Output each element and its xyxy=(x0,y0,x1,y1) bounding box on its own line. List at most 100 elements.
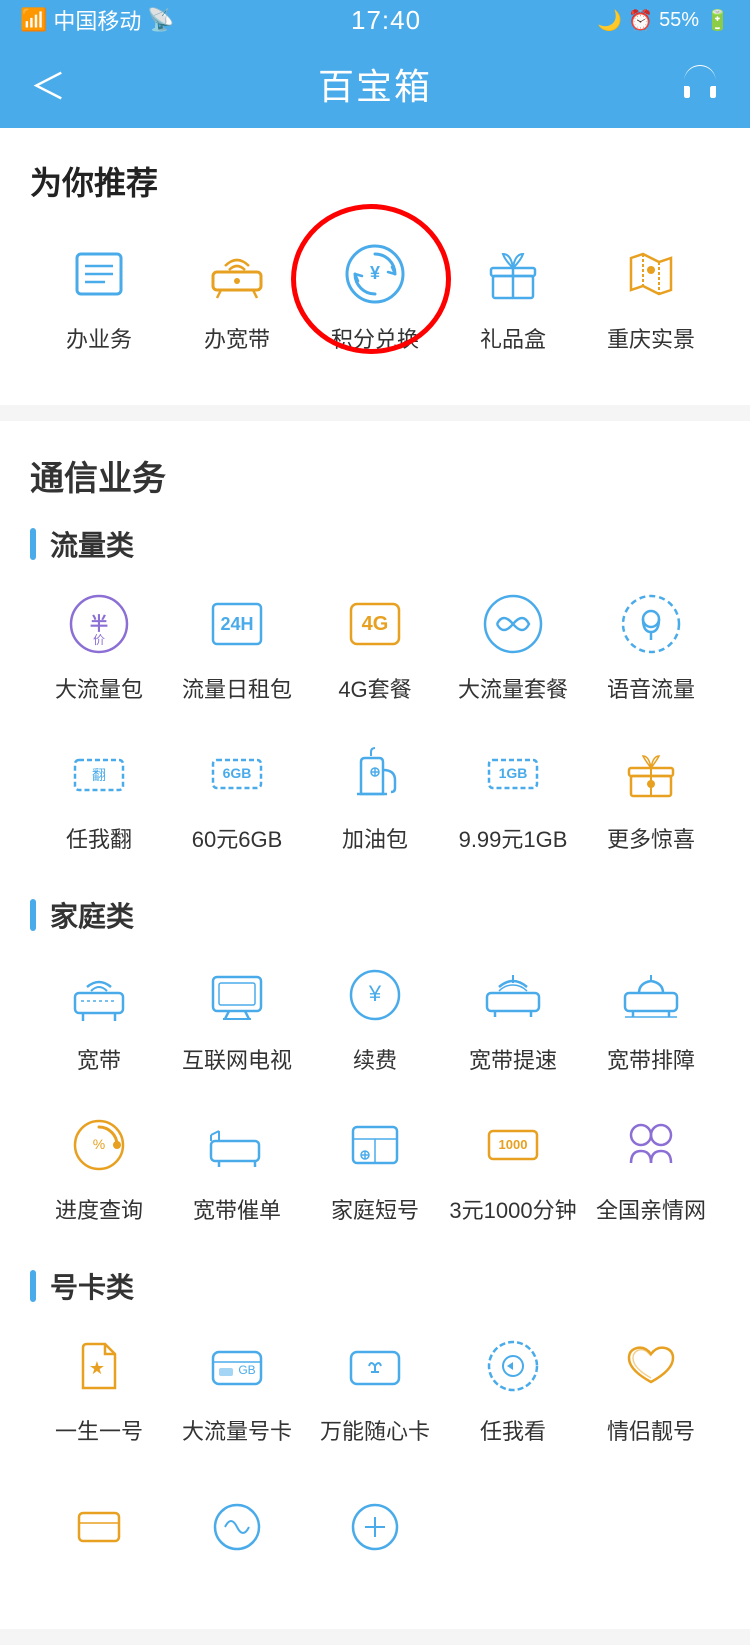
couple-icon xyxy=(619,1334,683,1398)
back-button[interactable]: ＜ xyxy=(30,58,66,110)
simcard-item-3[interactable]: 任我看 xyxy=(444,1326,582,1447)
simcard-label-2: 万能随心卡 xyxy=(320,1418,430,1447)
progress-icon: % xyxy=(67,1113,131,1177)
1gb-icon-box: 1GB xyxy=(473,734,553,814)
bottom-icon-1 xyxy=(197,1487,277,1567)
svg-text:★: ★ xyxy=(89,1358,105,1378)
family-item-9[interactable]: 全国亲情网 xyxy=(582,1105,720,1226)
family-label-9: 全国亲情网 xyxy=(596,1197,706,1226)
simcard-item-4[interactable]: 情侣靓号 xyxy=(582,1326,720,1447)
traffic-item-0[interactable]: 半 价 大流量包 xyxy=(30,584,168,705)
renew-icon: ¥ xyxy=(343,963,407,1027)
simcard-item-1[interactable]: GB 大流量号卡 xyxy=(168,1326,306,1447)
bottom-icon-0 xyxy=(59,1487,139,1567)
lifetime-icon-box: ★ xyxy=(59,1326,139,1406)
recommend-grid: 办业务 办宽带 xyxy=(30,234,720,385)
family-item-5[interactable]: % 进度查询 xyxy=(30,1105,168,1226)
recommend-item-4[interactable]: 重庆实景 xyxy=(582,234,720,355)
6gb-icon: 6GB xyxy=(205,742,269,806)
bottom-item-1[interactable] xyxy=(168,1487,306,1579)
gift-icon xyxy=(483,244,543,304)
headset-icon[interactable] xyxy=(680,62,720,107)
traffic-item-8[interactable]: 1GB 9.99元1GB xyxy=(444,734,582,855)
minutes-icon-box: 1000 xyxy=(473,1105,553,1185)
recommend-label-0: 办业务 xyxy=(66,326,132,355)
telecom-title: 通信业务 xyxy=(30,451,720,500)
recommend-item-2[interactable]: ¥ 积分兑换 xyxy=(306,234,444,355)
telecom-section: 通信业务 流量类 半 价 大流量包 xyxy=(0,421,750,1629)
family-item-6[interactable]: 宽带催单 xyxy=(168,1105,306,1226)
svg-text:GB: GB xyxy=(238,1363,255,1377)
family-item-3[interactable]: 宽带提速 xyxy=(444,955,582,1076)
recommend-item-3[interactable]: 礼品盒 xyxy=(444,234,582,355)
recommend-label-2: 积分兑换 xyxy=(331,326,419,355)
points-icon-box: ¥ xyxy=(335,234,415,314)
voice-icon-box xyxy=(611,584,691,664)
progress-icon-box: % xyxy=(59,1105,139,1185)
wish-card-icon-box xyxy=(335,1326,415,1406)
6gb-icon-box: 6GB xyxy=(197,734,277,814)
family-label-1: 互联网电视 xyxy=(182,1047,292,1076)
family-label-3: 宽带提速 xyxy=(469,1047,557,1076)
family-item-4[interactable]: 宽带排障 xyxy=(582,955,720,1076)
half-price-icon: 半 价 xyxy=(67,592,131,656)
traffic-label-3: 大流量套餐 xyxy=(458,676,568,705)
family-label-4: 宽带排障 xyxy=(607,1047,695,1076)
recommend-item-0[interactable]: 办业务 xyxy=(30,234,168,355)
traffic-item-1[interactable]: 24H 流量日租包 xyxy=(168,584,306,705)
traffic-label-2: 4G套餐 xyxy=(338,676,411,705)
broadband-icon xyxy=(207,244,267,304)
sub-group-traffic: 流量类 半 价 大流量包 xyxy=(30,524,720,885)
svg-text:价: 价 xyxy=(93,633,105,647)
svg-text:6GB: 6GB xyxy=(223,765,252,781)
traffic-item-6[interactable]: 6GB 60元6GB xyxy=(168,734,306,855)
traffic-card-icon-box: GB xyxy=(197,1326,277,1406)
short-num-icon xyxy=(343,1113,407,1177)
traffic-item-2[interactable]: 4G 4G套餐 xyxy=(306,584,444,705)
family-item-2[interactable]: ¥ 续费 xyxy=(306,955,444,1076)
simcard-item-0[interactable]: ★ 一生一号 xyxy=(30,1326,168,1447)
infinite-icon xyxy=(481,592,545,656)
family-item-0[interactable]: 宽带 xyxy=(30,955,168,1076)
recommend-label-3: 礼品盒 xyxy=(480,326,546,355)
alarm-icon: ⏰ xyxy=(628,8,653,33)
recommend-item-1[interactable]: 办宽带 xyxy=(168,234,306,355)
traffic-label-1: 流量日租包 xyxy=(182,676,292,705)
urge-icon-box xyxy=(197,1105,277,1185)
traffic-item-9[interactable]: 更多惊喜 xyxy=(582,734,720,855)
sub-title-family: 家庭类 xyxy=(30,895,720,935)
family-item-7[interactable]: 家庭短号 xyxy=(306,1105,444,1226)
family-label-7: 家庭短号 xyxy=(331,1197,419,1226)
bottom-item-2[interactable] xyxy=(306,1487,444,1579)
family-item-1[interactable]: 互联网电视 xyxy=(168,955,306,1076)
traffic-label-5: 任我翻 xyxy=(66,826,132,855)
bottom-item-0[interactable] xyxy=(30,1487,168,1579)
lifetime-icon: ★ xyxy=(67,1334,131,1398)
traffic-card-icon: GB xyxy=(205,1334,269,1398)
traffic-item-4[interactable]: 语音流量 xyxy=(582,584,720,705)
24h-icon-box: 24H xyxy=(197,584,277,664)
family-label-5: 进度查询 xyxy=(55,1197,143,1226)
more-gift-icon-box xyxy=(611,734,691,814)
sub-group-simcard: 号卡类 ★ 一生一号 xyxy=(30,1266,720,1477)
fuel-icon-box xyxy=(335,734,415,814)
status-left: 📶 中国移动 📡 xyxy=(20,4,175,36)
bottom-icon-2 xyxy=(335,1487,415,1567)
traffic-item-7[interactable]: 加油包 xyxy=(306,734,444,855)
family-item-8[interactable]: 1000 3元1000分钟 xyxy=(444,1105,582,1226)
router-icon-box xyxy=(59,955,139,1035)
traffic-item-3[interactable]: 大流量套餐 xyxy=(444,584,582,705)
svg-text:翻: 翻 xyxy=(92,767,106,783)
nav-bar: ＜ 百宝箱 xyxy=(0,40,750,128)
battery-label: 55% xyxy=(659,9,699,32)
business-icon xyxy=(69,244,129,304)
battery-icon: 🔋 xyxy=(705,8,730,33)
traffic-item-5[interactable]: 翻 任我翻 xyxy=(30,734,168,855)
map-icon xyxy=(621,244,681,304)
24h-icon: 24H xyxy=(205,592,269,656)
router-icon xyxy=(67,963,131,1027)
family-net-icon-box xyxy=(611,1105,691,1185)
content: 为你推荐 办业务 xyxy=(0,128,750,1629)
simcard-item-2[interactable]: 万能随心卡 xyxy=(306,1326,444,1447)
family-label-2: 续费 xyxy=(353,1047,397,1076)
